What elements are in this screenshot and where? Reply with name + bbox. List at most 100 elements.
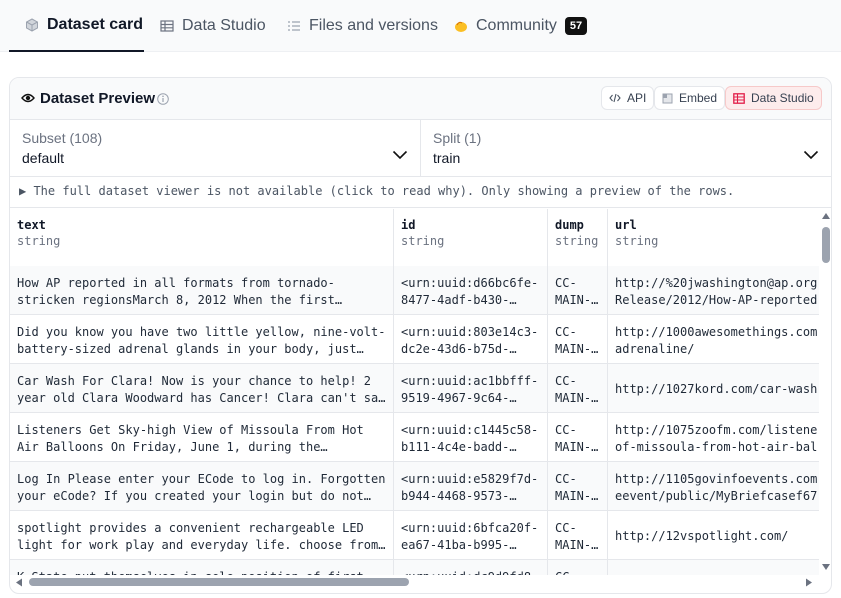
tab-files-and-versions[interactable]: Files and versions <box>287 0 438 52</box>
cell-line: How AP reported in all formats from torn… <box>17 276 335 290</box>
table-cell-dump: CC- MAIN-… <box>548 364 607 412</box>
cell-line: dc2e-43d6-b75d-… <box>401 342 517 356</box>
cell-line: MAIN-… <box>555 538 599 552</box>
table-row[interactable]: How AP reported in all formats from torn… <box>10 266 819 315</box>
api-button[interactable]: API <box>601 86 655 110</box>
vertical-scrollbar[interactable] <box>820 209 831 575</box>
scroll-left-icon[interactable] <box>15 578 23 587</box>
table-row[interactable]: Listeners Get Sky-high View of Missoula … <box>10 413 819 462</box>
subset-split-selectors: Subset (108) default Split (1) train <box>10 119 831 177</box>
table-cell-text: How AP reported in all formats from torn… <box>10 266 393 314</box>
cell-line: Log In Please enter your ECode to log in… <box>17 472 386 486</box>
cell-line: http://1000awesomethings.com <box>615 325 818 339</box>
cell-line: CC- <box>555 472 577 486</box>
table-header: text string id string dump string url st… <box>10 209 819 267</box>
code-icon <box>609 93 621 103</box>
column-header-text[interactable]: text string <box>10 209 393 266</box>
table-row[interactable]: spotlight provides a convenient recharge… <box>10 511 819 560</box>
dataset-preview-card: Dataset Preview API Embed Data Studio Su… <box>9 77 832 594</box>
cell-line: <urn:uuid:803e14c3- <box>401 325 539 339</box>
column-header-dump[interactable]: dump string <box>548 209 607 266</box>
scroll-up-icon[interactable] <box>821 212 831 220</box>
table-cell-text: spotlight provides a convenient recharge… <box>10 511 393 559</box>
cell-line: <urn:uuid:ac1bbfff- <box>401 374 539 388</box>
tab-dataset-card[interactable]: Dataset card <box>9 0 144 52</box>
column-type: string <box>17 234 61 248</box>
table-icon <box>160 20 174 32</box>
subset-select[interactable]: Subset (108) default <box>10 119 420 176</box>
table-row[interactable]: K-State put themselves in sole position … <box>10 560 819 575</box>
table-cell-dump: CC- MAIN-… <box>548 511 607 559</box>
cell-line: http://%20jwashington@ap.org <box>615 276 818 290</box>
chevron-down-icon <box>803 150 819 160</box>
cell-line: of-missoula-from-hot-air-bal <box>615 440 818 454</box>
cell-line: <urn:uuid:c1445c58- <box>401 423 539 437</box>
cell-line: eevent/public/MyBriefcasef67 <box>615 489 818 503</box>
tab-label: Files and versions <box>309 17 438 34</box>
subset-value: default <box>22 150 65 166</box>
cube-icon <box>26 18 38 32</box>
table-cell-id: <urn:uuid:803e14c3- dc2e-43d6-b75d-… <box>394 315 547 363</box>
table-cell-url: http://12vspotlight.com/ <box>608 511 819 559</box>
cell-line: battery-sized adrenal glands in your bod… <box>17 342 364 356</box>
cell-line: Did you know you have two little yellow,… <box>17 325 386 339</box>
preview-table: text string id string dump string url st… <box>10 209 819 575</box>
column-header-url[interactable]: url string <box>608 209 819 266</box>
tab-label: Data Studio <box>182 17 266 34</box>
vertical-scroll-thumb[interactable] <box>822 227 830 263</box>
column-divider[interactable] <box>393 209 394 575</box>
split-select[interactable]: Split (1) train <box>421 119 831 176</box>
cell-line: year old Clara Woodward has Cancer! Clar… <box>17 391 386 405</box>
column-header-id[interactable]: id string <box>394 209 547 266</box>
info-icon[interactable] <box>157 93 169 105</box>
horizontal-scroll-thumb[interactable] <box>29 578 409 586</box>
tab-label: Community <box>476 17 557 34</box>
table-cell-url: http://1075zoofm.com/listene of-missoula-… <box>608 413 819 461</box>
table-cell-text: Car Wash For Clara! Now is your chance t… <box>10 364 393 412</box>
cell-line: ea67-41ba-b995-… <box>401 538 517 552</box>
scroll-right-icon[interactable] <box>805 578 813 587</box>
files-icon <box>288 21 300 31</box>
cell-line: Air Balloons On Friday, June 1, during t… <box>17 440 328 454</box>
cell-line: http://12vspotlight.com/ <box>615 529 789 543</box>
tab-label: Dataset card <box>47 16 144 33</box>
data-studio-label: Data Studio <box>751 91 814 105</box>
cell-line: your eCode? If you created your login bu… <box>17 489 372 503</box>
split-value: train <box>433 150 461 166</box>
table-cell-url: http://1027kord.com/car-wash <box>608 364 819 412</box>
cell-line: adrenaline/ <box>615 342 695 356</box>
table-row[interactable]: Log In Please enter your ECode to log in… <box>10 462 819 511</box>
table-cell-dump: CC- MAIN-… <box>548 315 607 363</box>
horizontal-scrollbar[interactable] <box>10 575 819 589</box>
column-name: id <box>401 218 416 232</box>
cell-line: <urn:uuid:d66bc6fe- <box>401 276 539 290</box>
cell-line: b111-4c4e-badd-… <box>401 440 517 454</box>
table-icon <box>733 92 745 104</box>
cell-line: CC- <box>555 423 577 437</box>
table-cell-url <box>608 560 819 575</box>
viewer-unavailable-notice[interactable]: ▶ The full dataset viewer is not availab… <box>10 177 831 208</box>
cell-line: MAIN-… <box>555 391 599 405</box>
embed-button[interactable]: Embed <box>654 86 726 110</box>
column-divider[interactable] <box>547 209 548 575</box>
embed-icon <box>662 93 673 103</box>
column-name: url <box>615 218 637 232</box>
cell-line: CC- <box>555 374 577 388</box>
data-studio-button[interactable]: Data Studio <box>725 86 822 110</box>
table-row[interactable]: Did you know you have two little yellow,… <box>10 315 819 364</box>
preview-title: Dataset Preview <box>40 90 156 107</box>
cell-line: MAIN-… <box>555 342 599 356</box>
column-type: string <box>555 234 599 248</box>
tab-data-studio[interactable]: Data Studio <box>160 0 266 52</box>
column-type: string <box>401 234 445 248</box>
hand-icon <box>455 21 467 32</box>
column-type: string <box>615 234 659 248</box>
eye-icon <box>21 93 35 103</box>
table-row[interactable]: Car Wash For Clara! Now is your chance t… <box>10 364 819 413</box>
scroll-down-icon[interactable] <box>821 563 831 571</box>
preview-header: Dataset Preview API Embed Data Studio <box>10 78 831 120</box>
cell-line: <urn:uuid:e5829f7d- <box>401 472 539 486</box>
table-cell-url: http://1105govinfoevents.com eevent/publi… <box>608 462 819 510</box>
tab-community[interactable]: Community 57 <box>454 0 588 52</box>
column-divider[interactable] <box>607 209 608 575</box>
